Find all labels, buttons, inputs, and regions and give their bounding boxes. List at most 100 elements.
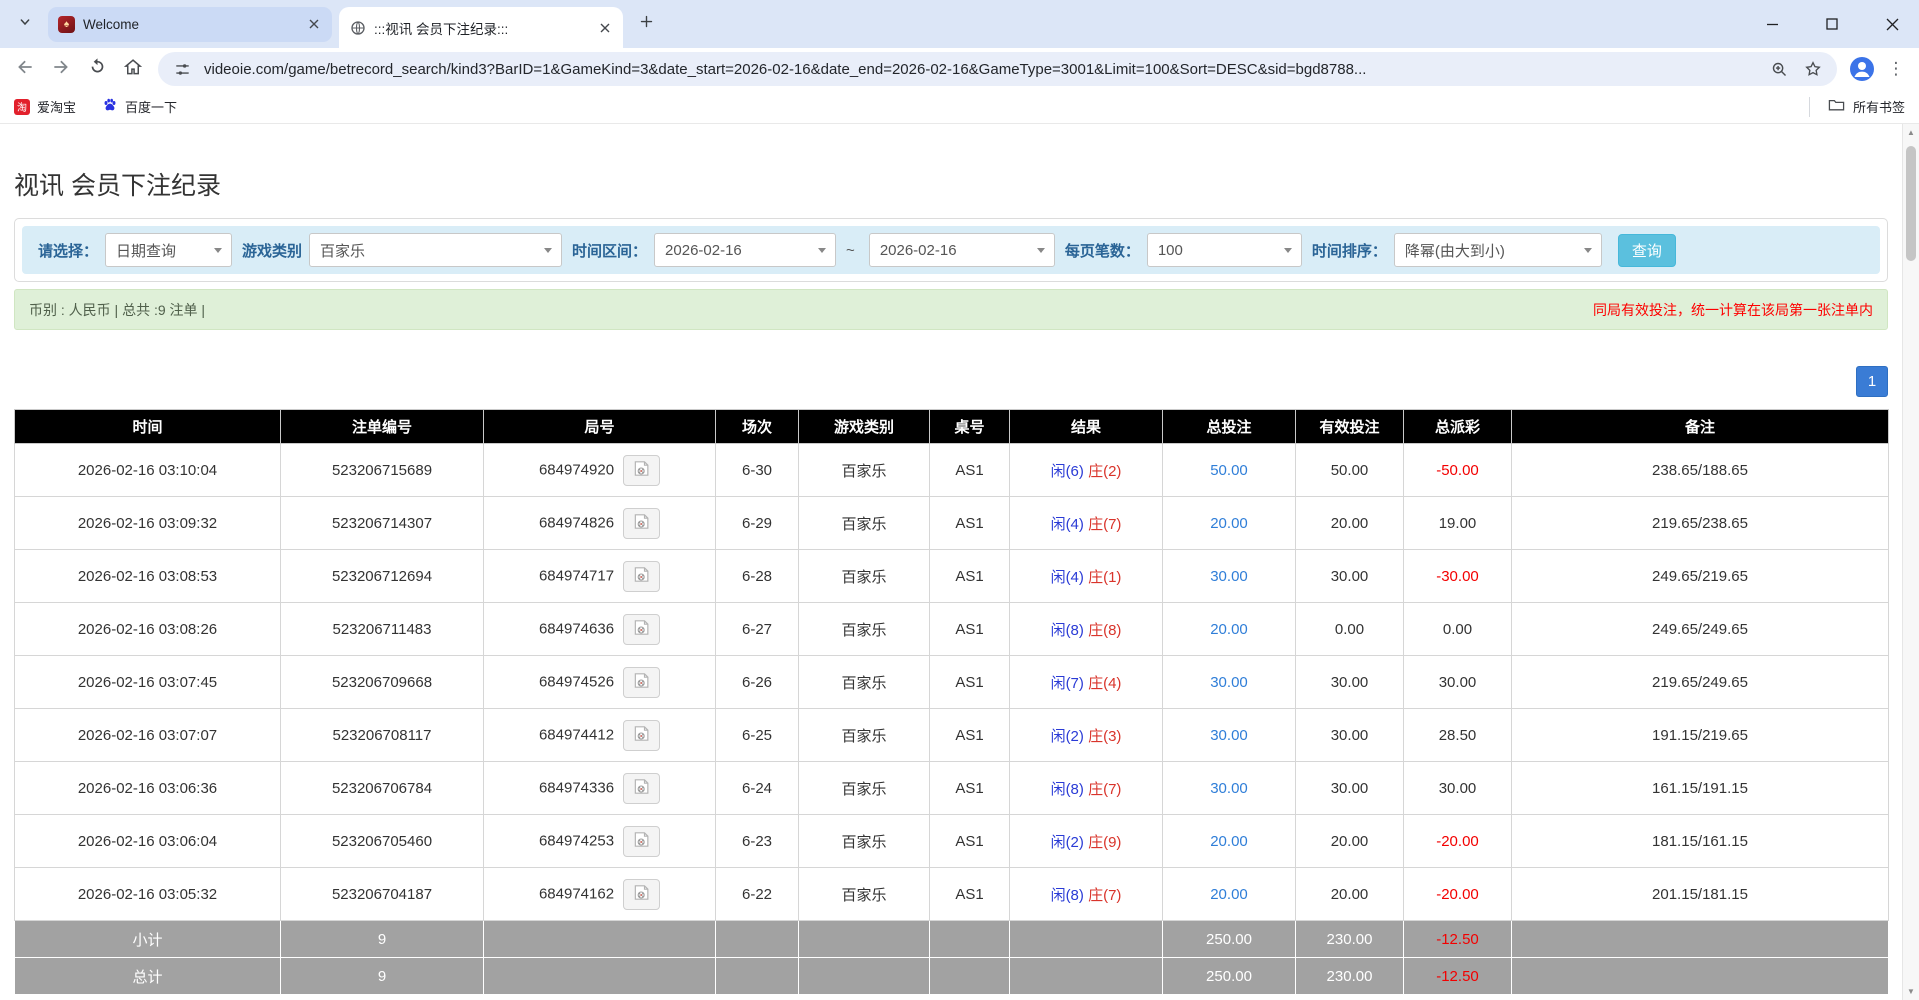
- total-bet-link[interactable]: 20.00: [1210, 515, 1248, 532]
- cell-table-no: AS1: [930, 762, 1010, 815]
- tab-bet-records[interactable]: :::视讯 会员下注纪录:::: [339, 7, 623, 48]
- total-bet-link[interactable]: 30.00: [1210, 780, 1248, 797]
- minimize-button[interactable]: [1759, 11, 1785, 37]
- video-replay-button[interactable]: [623, 455, 660, 486]
- video-replay-button[interactable]: [623, 667, 660, 698]
- column-header: 备注: [1512, 410, 1889, 444]
- all-bookmarks[interactable]: 所有书签: [1809, 97, 1905, 117]
- chevron-down-icon: [1037, 248, 1045, 253]
- cell-payout: 19.00: [1404, 497, 1512, 550]
- cell-result: 闲(8) 庄(8): [1010, 603, 1163, 656]
- bookmark-aitaobao[interactable]: 淘 爱淘宝: [14, 97, 76, 116]
- game-category-label: 游戏类别: [242, 240, 302, 261]
- total-bet-link[interactable]: 30.00: [1210, 674, 1248, 691]
- video-replay-button[interactable]: [623, 773, 660, 804]
- zoom-icon[interactable]: [1767, 57, 1791, 81]
- column-header: 总派彩: [1404, 410, 1512, 444]
- video-replay-button[interactable]: [623, 720, 660, 751]
- date-range-label: 时间区间：: [572, 240, 647, 261]
- kebab-menu-icon[interactable]: ⋮: [1881, 52, 1911, 86]
- total-bet-link[interactable]: 50.00: [1210, 462, 1248, 479]
- round-number: 684974826: [539, 514, 614, 531]
- chevron-down-icon: [1284, 248, 1292, 253]
- result-banker: 庄(7): [1088, 887, 1121, 904]
- result-banker: 庄(2): [1088, 463, 1121, 480]
- result-banker: 庄(4): [1088, 675, 1121, 692]
- tab-search-button[interactable]: [10, 9, 40, 39]
- back-button[interactable]: [8, 52, 42, 86]
- total-bet-link[interactable]: 20.00: [1210, 886, 1248, 903]
- game-category-select[interactable]: 百家乐: [309, 233, 562, 267]
- cell-result: 闲(7) 庄(4): [1010, 656, 1163, 709]
- site-info-icon[interactable]: [170, 57, 194, 81]
- cell-bet-id: 523206704187: [281, 868, 484, 921]
- summary-bar: 币别 : 人民币 | 总共 :9 注单 | 同局有效投注，统一计算在该局第一张注…: [14, 289, 1888, 330]
- cell-session: 6-27: [716, 603, 799, 656]
- browser-tab-strip: ♠ Welcome :::视讯 会员下注纪录:::: [0, 0, 1919, 48]
- maximize-button[interactable]: [1819, 11, 1845, 37]
- round-number: 684974253: [539, 832, 614, 849]
- scroll-up-icon[interactable]: ▲: [1903, 128, 1919, 137]
- cell-time: 2026-02-16 03:07:45: [15, 656, 281, 709]
- vertical-scrollbar[interactable]: ▲ ▼: [1902, 124, 1919, 1000]
- video-replay-button[interactable]: [623, 561, 660, 592]
- cell-valid-bet: 30.00: [1296, 709, 1404, 762]
- home-button[interactable]: [116, 52, 150, 86]
- scroll-down-icon[interactable]: ▼: [1903, 987, 1919, 996]
- star-icon[interactable]: [1801, 57, 1825, 81]
- video-replay-button[interactable]: [623, 826, 660, 857]
- footer-valid-bet: 230.00: [1296, 958, 1404, 995]
- page-1-button[interactable]: 1: [1856, 366, 1888, 397]
- column-header: 场次: [716, 410, 799, 444]
- page-size-value: 100: [1158, 242, 1183, 259]
- cell-total-bet: 20.00: [1163, 497, 1296, 550]
- cell-bet-id: 523206714307: [281, 497, 484, 550]
- tab-label: :::视讯 会员下注纪录:::: [374, 18, 588, 38]
- result-banker: 庄(7): [1088, 516, 1121, 533]
- footer-remark: [1512, 921, 1889, 958]
- page-size-select[interactable]: 100: [1147, 233, 1302, 267]
- forward-button[interactable]: [44, 52, 78, 86]
- video-replay-button[interactable]: [623, 508, 660, 539]
- search-button[interactable]: 查询: [1618, 234, 1676, 267]
- column-header: 游戏类别: [799, 410, 930, 444]
- cell-remark: 249.65/219.65: [1512, 550, 1889, 603]
- taobao-icon: 淘: [14, 99, 30, 115]
- cell-remark: 219.65/249.65: [1512, 656, 1889, 709]
- new-tab-button[interactable]: [631, 9, 661, 39]
- column-header: 局号: [484, 410, 716, 444]
- sort-select[interactable]: 降幂(由大到小): [1394, 233, 1602, 267]
- scrollbar-thumb[interactable]: [1906, 146, 1916, 261]
- reload-button[interactable]: [80, 52, 114, 86]
- plus-icon: [639, 14, 654, 34]
- result-banker: 庄(9): [1088, 834, 1121, 851]
- query-mode-select[interactable]: 日期查询: [105, 233, 232, 267]
- date-start-select[interactable]: 2026-02-16: [654, 233, 836, 267]
- date-start-value: 2026-02-16: [665, 242, 742, 259]
- round-number: 684974162: [539, 885, 614, 902]
- total-bet-link[interactable]: 30.00: [1210, 727, 1248, 744]
- total-bet-link[interactable]: 30.00: [1210, 568, 1248, 585]
- cell-result: 闲(4) 庄(1): [1010, 550, 1163, 603]
- total-bet-link[interactable]: 20.00: [1210, 621, 1248, 638]
- cell-time: 2026-02-16 03:09:32: [15, 497, 281, 550]
- close-icon[interactable]: [305, 16, 322, 33]
- profile-avatar[interactable]: [1845, 52, 1879, 86]
- video-replay-button[interactable]: [623, 879, 660, 910]
- url-bar[interactable]: videoie.com/game/betrecord_search/kind3?…: [158, 52, 1837, 86]
- cell-bet-id: 523206708117: [281, 709, 484, 762]
- bookmark-baidu[interactable]: 百度一下: [102, 97, 177, 116]
- close-icon[interactable]: [596, 19, 613, 36]
- close-window-button[interactable]: [1879, 11, 1905, 37]
- total-bet-link[interactable]: 20.00: [1210, 833, 1248, 850]
- film-icon: [632, 460, 652, 480]
- date-end-select[interactable]: 2026-02-16: [869, 233, 1055, 267]
- tab-welcome[interactable]: ♠ Welcome: [48, 7, 332, 42]
- divider: [1809, 97, 1810, 117]
- url-text[interactable]: videoie.com/game/betrecord_search/kind3?…: [204, 61, 1757, 78]
- cell-round: 684974636: [484, 603, 716, 656]
- cell-time: 2026-02-16 03:06:36: [15, 762, 281, 815]
- cell-total-bet: 20.00: [1163, 868, 1296, 921]
- cell-table-no: AS1: [930, 815, 1010, 868]
- video-replay-button[interactable]: [623, 614, 660, 645]
